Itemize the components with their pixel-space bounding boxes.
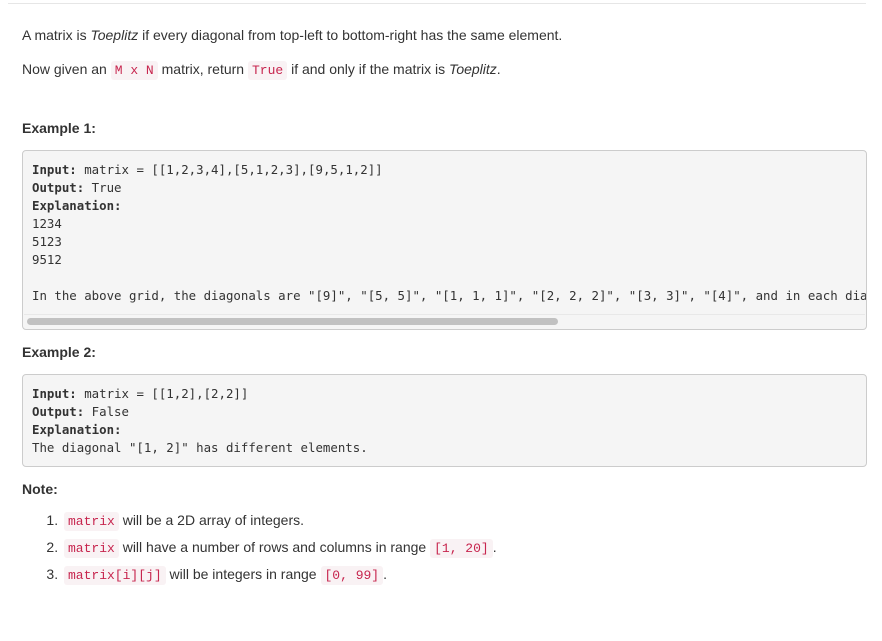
explanation-text: The diagonal "[1, 2]" has different elem… [32, 440, 368, 455]
note-item: matrix will be a 2D array of integers. [62, 510, 497, 532]
input-label: Input: [32, 386, 77, 401]
explanation-label: Explanation: [32, 422, 122, 437]
output-label: Output: [32, 180, 85, 195]
note-heading: Note: [22, 481, 58, 497]
scrollbar-thumb[interactable] [27, 318, 558, 325]
input-value: matrix = [[1,2],[2,2]] [76, 386, 249, 401]
intro-task: Now given an M x N matrix, return True i… [22, 61, 501, 80]
inline-code-mxn: M x N [110, 61, 158, 80]
note-item: matrix will have a number of rows and co… [62, 537, 497, 559]
inline-code: matrix [64, 539, 119, 558]
example-1-code-block: Input: matrix = [[1,2,3,4],[5,1,2,3],[9,… [22, 150, 867, 330]
inline-code-true: True [247, 61, 288, 80]
grid-row: 9512 [32, 252, 62, 267]
inline-code-range: [1, 20] [430, 539, 493, 558]
output-label: Output: [32, 404, 85, 419]
toeplitz-term: Toeplitz [449, 61, 497, 77]
example-2-code-block: Input: matrix = [[1,2],[2,2]] Output: Fa… [22, 374, 867, 467]
explanation-label: Explanation: [32, 198, 122, 213]
input-value: matrix = [[1,2,3,4],[5,1,2,3],[9,5,1,2]] [76, 162, 383, 177]
horizontal-scrollbar[interactable] [24, 314, 865, 328]
intro-definition: A matrix is Toeplitz if every diagonal f… [22, 27, 563, 43]
note-list: matrix will be a 2D array of integers. m… [22, 510, 497, 591]
note-item: matrix[i][j] will be integers in range [… [62, 564, 497, 586]
inline-code: matrix[i][j] [64, 566, 166, 585]
example-1-heading: Example 1: [22, 120, 96, 136]
inline-code-range: [0, 99] [320, 566, 384, 585]
toeplitz-term: Toeplitz [90, 27, 139, 43]
input-label: Input: [32, 162, 77, 177]
output-value: False [84, 404, 129, 419]
explanation-text: In the above grid, the diagonals are "[9… [32, 288, 867, 303]
example-2-heading: Example 2: [22, 344, 96, 360]
top-divider [8, 0, 866, 4]
inline-code: matrix [64, 512, 119, 531]
grid-row: 5123 [32, 234, 62, 249]
grid-row: 1234 [32, 216, 62, 231]
output-value: True [84, 180, 122, 195]
